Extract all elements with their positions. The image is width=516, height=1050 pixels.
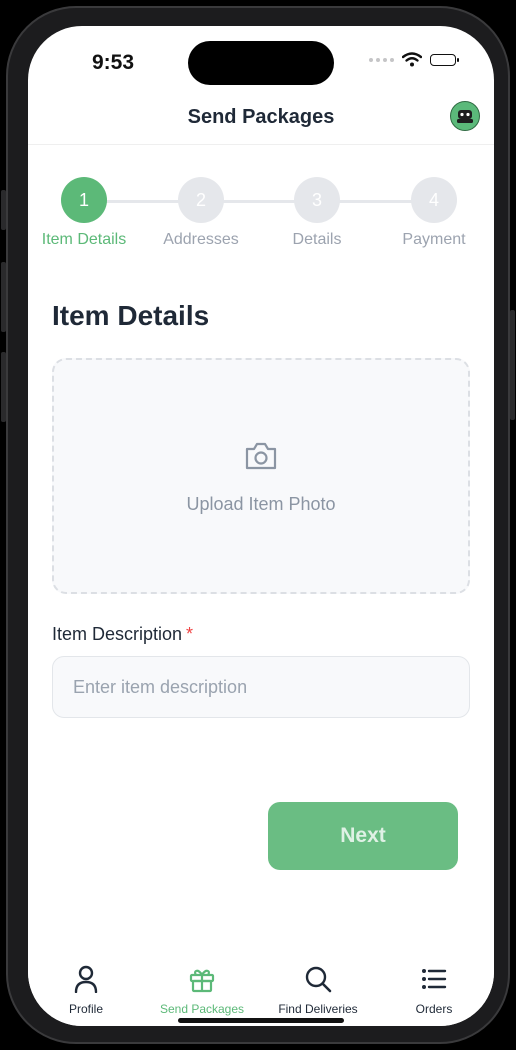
app-screen: 9:53 Send Packages 1 Item Details 2 Addr… bbox=[28, 26, 494, 1026]
step-label: Details bbox=[292, 231, 342, 248]
tab-label: Send Packages bbox=[159, 1002, 245, 1016]
person-icon bbox=[74, 965, 98, 993]
volume-down-button bbox=[1, 352, 6, 422]
wifi-icon bbox=[402, 52, 422, 67]
upload-label: Upload Item Photo bbox=[186, 494, 336, 514]
step-number: 2 bbox=[178, 177, 224, 223]
description-label: Item Description * bbox=[52, 624, 193, 645]
avatar[interactable] bbox=[450, 101, 480, 131]
home-indicator[interactable] bbox=[178, 1018, 344, 1023]
tab-send-packages[interactable]: Send Packages bbox=[144, 962, 260, 1016]
status-time: 9:53 bbox=[92, 51, 135, 74]
progress-stepper: 1 Item Details 2 Addresses 3 Details 4 P… bbox=[28, 174, 494, 254]
step-number: 4 bbox=[411, 177, 457, 223]
step-label: Item Details bbox=[41, 231, 127, 248]
status-bar: 9:53 bbox=[28, 26, 494, 96]
description-label-text: Item Description bbox=[52, 624, 183, 644]
step-details[interactable]: 3 Details bbox=[262, 177, 372, 249]
upload-photo-area[interactable]: Upload Item Photo bbox=[52, 358, 470, 594]
step-label: Payment bbox=[402, 231, 466, 248]
tab-label: Orders bbox=[415, 1002, 453, 1016]
step-payment[interactable]: 4 Payment bbox=[379, 177, 489, 249]
step-number: 3 bbox=[294, 177, 340, 223]
step-number: 1 bbox=[61, 177, 107, 223]
bottom-tab-bar: Profile Send Packages Find Deliveries Or… bbox=[28, 954, 494, 1026]
gift-icon bbox=[189, 969, 215, 993]
app-header: Send Packages bbox=[28, 96, 494, 145]
camera-icon bbox=[245, 442, 277, 470]
tab-label: Find Deliveries bbox=[278, 1002, 358, 1016]
list-icon bbox=[422, 969, 447, 989]
action-button bbox=[1, 190, 6, 230]
tab-find-deliveries[interactable]: Find Deliveries bbox=[260, 962, 376, 1016]
tab-profile[interactable]: Profile bbox=[28, 962, 144, 1016]
status-icons bbox=[369, 52, 459, 67]
required-marker: * bbox=[186, 624, 194, 644]
next-button[interactable]: Next bbox=[268, 802, 458, 870]
power-button bbox=[510, 310, 515, 420]
tab-orders[interactable]: Orders bbox=[376, 962, 492, 1016]
page-title: Send Packages bbox=[187, 106, 335, 128]
volume-up-button bbox=[1, 262, 6, 332]
step-item-details[interactable]: 1 Item Details bbox=[29, 177, 139, 249]
dynamic-island bbox=[188, 41, 334, 85]
step-label: Addresses bbox=[163, 231, 239, 248]
step-addresses[interactable]: 2 Addresses bbox=[146, 177, 256, 249]
section-title: Item Details bbox=[52, 300, 210, 331]
tab-label: Profile bbox=[68, 1002, 103, 1016]
cellular-icon bbox=[369, 57, 394, 62]
delivery-robot-icon bbox=[457, 110, 473, 123]
item-description-input[interactable] bbox=[52, 656, 470, 718]
battery-icon bbox=[430, 53, 459, 66]
search-icon bbox=[305, 966, 332, 993]
